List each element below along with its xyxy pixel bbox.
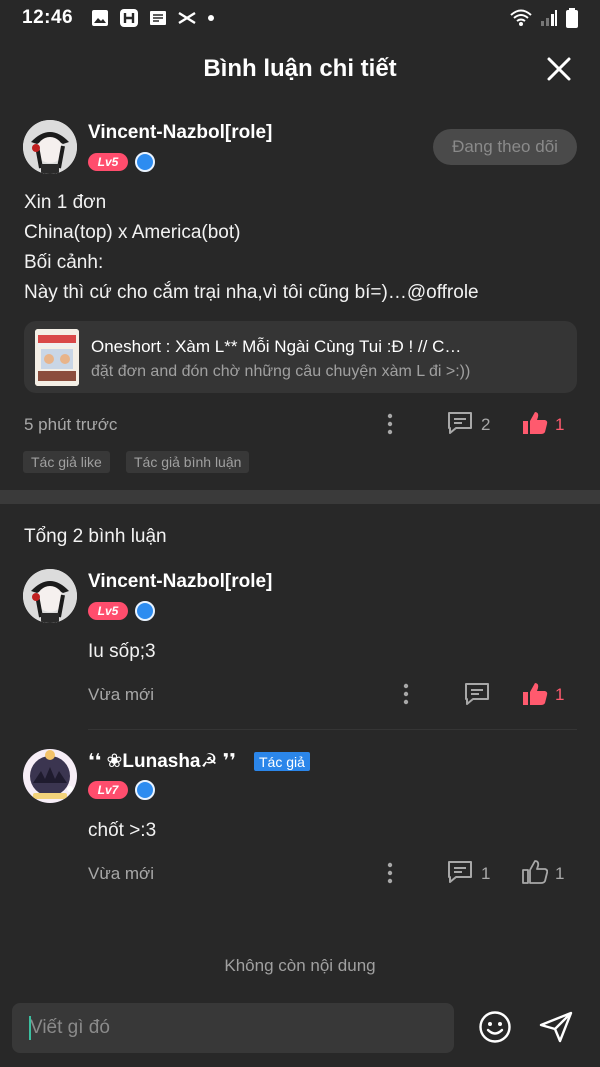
- post-comment-count: 2: [481, 415, 491, 434]
- close-icon[interactable]: [544, 54, 574, 84]
- app-h-icon: [120, 9, 139, 27]
- comments-total: Tổng 2 bình luận: [24, 526, 167, 547]
- status-bar: 12:46: [0, 0, 600, 36]
- section-divider: [0, 490, 600, 504]
- author-liked-tag: Tác giả like: [23, 451, 110, 473]
- comment-time: Vừa mới: [88, 685, 154, 704]
- comment-input-box[interactable]: [12, 1003, 454, 1053]
- level-badge: Lv7: [88, 781, 128, 799]
- page-title: Bình luận chi tiết: [203, 55, 397, 82]
- follow-button[interactable]: Đang theo dõi: [433, 129, 577, 165]
- comment-like-count: 1: [555, 685, 565, 704]
- signal-icon: [541, 10, 557, 26]
- story-cover-image: [35, 329, 79, 386]
- end-of-content: Không còn nội dung: [224, 956, 376, 975]
- story-title: Oneshort : Xàm L** Mỗi Ngài Cùng Tui :Đ …: [91, 337, 462, 356]
- like-icon[interactable]: [522, 682, 548, 706]
- post-line: Xin 1 đơn: [24, 192, 107, 213]
- reply-icon[interactable]: [447, 860, 473, 884]
- notification-icons: [91, 8, 215, 28]
- author-commented-tag: Tác giả bình luận: [126, 451, 250, 473]
- battery-icon: [566, 8, 578, 28]
- image-icon: [92, 10, 109, 26]
- post-time: 5 phút trước: [24, 415, 118, 434]
- page-header: Bình luận chi tiết: [0, 40, 600, 98]
- post-line: Bối cảnh:: [24, 252, 104, 273]
- comment-separator: [88, 729, 577, 730]
- post-author-name[interactable]: Vincent-Nazbol[role]: [88, 122, 272, 144]
- level-badge: Lv5: [88, 153, 128, 171]
- system-icons: [510, 8, 578, 28]
- text-caret: [29, 1016, 31, 1040]
- more-options-icon[interactable]: [401, 683, 411, 705]
- send-icon[interactable]: [538, 1010, 574, 1044]
- comment-time: Vừa mới: [88, 864, 154, 883]
- status-time: 12:46: [22, 7, 74, 28]
- author-badge: Tác giả: [254, 752, 310, 771]
- emoji-icon[interactable]: [478, 1010, 512, 1044]
- verified-icon: [135, 780, 155, 800]
- level-badge: Lv5: [88, 602, 128, 620]
- comment-text: chốt >:3: [88, 820, 157, 841]
- reply-icon[interactable]: [464, 682, 490, 706]
- more-options-icon[interactable]: [385, 862, 395, 884]
- verified-icon: [135, 601, 155, 621]
- dot-icon: [208, 15, 215, 21]
- post-content: Xin 1 đơn China(top) x America(bot) Bối …: [24, 188, 584, 308]
- post-author-avatar[interactable]: [23, 120, 77, 174]
- like-icon[interactable]: [522, 411, 548, 435]
- wifi-icon: [510, 9, 532, 26]
- capcut-icon: [178, 11, 196, 25]
- comment-avatar[interactable]: [23, 749, 77, 803]
- comment-author-name[interactable]: ❛❛ ❀Lunasha☭ ❜❜: [88, 750, 236, 773]
- post-like-count: 1: [555, 415, 565, 434]
- comment-like-count: 1: [555, 864, 565, 883]
- comment-input[interactable]: [12, 1003, 454, 1053]
- story-subtitle: đặt đơn and đón chờ những câu chuyện xàm…: [91, 363, 471, 380]
- comment-author-name[interactable]: Vincent-Nazbol[role]: [88, 571, 272, 593]
- post-line: China(top) x America(bot): [24, 222, 241, 243]
- like-outline-icon[interactable]: [522, 860, 548, 884]
- comment-text: Iu sốp;3: [88, 641, 156, 662]
- post-line: Này thì cứ cho cắm trại nha,vì tôi cũng …: [24, 282, 479, 303]
- comment-reply-count: 1: [481, 864, 491, 883]
- comment-icon[interactable]: [447, 411, 473, 435]
- news-icon: [150, 11, 167, 25]
- more-options-icon[interactable]: [385, 413, 395, 435]
- comment-avatar[interactable]: [23, 569, 77, 623]
- linked-story-card[interactable]: Oneshort : Xàm L** Mỗi Ngài Cùng Tui :Đ …: [24, 321, 577, 393]
- verified-icon: [135, 152, 155, 172]
